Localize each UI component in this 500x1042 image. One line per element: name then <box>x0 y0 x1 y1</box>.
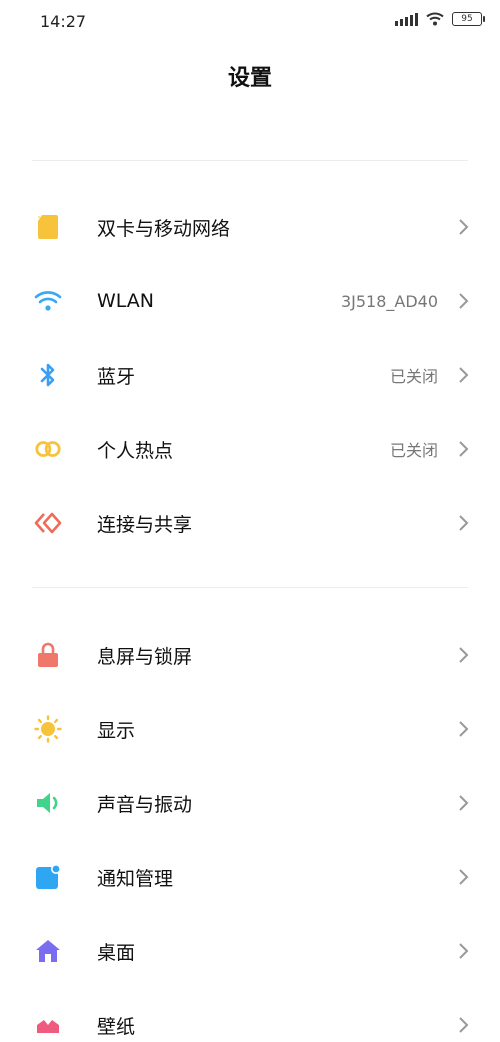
row-label: 蓝牙 <box>97 365 136 388</box>
chevron-right-icon <box>459 441 469 457</box>
chevron-right-icon <box>459 721 469 737</box>
row-label: 声音与振动 <box>97 793 193 816</box>
chevron-right-icon <box>459 367 469 383</box>
wallpaper-icon <box>34 1011 62 1039</box>
chevron-right-icon <box>459 647 469 663</box>
row-label: 个人热点 <box>97 439 174 462</box>
row-value: 3J518_AD40 <box>340 291 438 311</box>
settings-row-wlan[interactable]: WLAN 3J518_AD40 <box>0 264 500 338</box>
row-value: 已关闭 <box>389 367 438 386</box>
chevron-right-icon <box>459 293 469 309</box>
row-label: 息屏与锁屏 <box>97 645 193 668</box>
row-label: 壁纸 <box>97 1015 136 1038</box>
lock-icon <box>34 641 62 669</box>
divider <box>32 160 468 161</box>
status-bar: 14:27 95 <box>0 0 500 44</box>
speaker-icon <box>34 789 62 817</box>
hotspot-icon <box>34 435 62 463</box>
chevron-right-icon <box>459 943 469 959</box>
settings-row-lock-screen[interactable]: 息屏与锁屏 <box>0 618 500 692</box>
sun-icon <box>34 715 62 743</box>
battery-level: 95 <box>461 14 473 24</box>
row-label: 连接与共享 <box>97 513 193 536</box>
chevron-right-icon <box>459 515 469 531</box>
row-label: 显示 <box>97 719 136 742</box>
sim-card-icon <box>34 213 62 241</box>
wifi-status-icon <box>426 12 444 26</box>
settings-row-hotspot[interactable]: 个人热点 已关闭 <box>0 412 500 486</box>
notification-icon <box>34 863 62 891</box>
settings-row-display[interactable]: 显示 <box>0 692 500 766</box>
divider <box>32 587 468 588</box>
signal-icon <box>395 12 418 26</box>
settings-row-dual-sim[interactable]: 双卡与移动网络 <box>0 190 500 264</box>
row-label: 双卡与移动网络 <box>97 217 231 240</box>
settings-row-bluetooth[interactable]: 蓝牙 已关闭 <box>0 338 500 412</box>
settings-row-connection-sharing[interactable]: 连接与共享 <box>0 486 500 560</box>
chevron-right-icon <box>459 219 469 235</box>
status-icons: 95 <box>395 12 485 26</box>
row-value: 已关闭 <box>389 441 438 460</box>
row-label: WLAN <box>97 290 155 312</box>
page-title: 设置 <box>227 66 272 91</box>
status-time: 14:27 <box>40 12 87 31</box>
chevron-right-icon <box>459 869 469 885</box>
settings-row-notifications[interactable]: 通知管理 <box>0 840 500 914</box>
share-icon <box>34 509 62 537</box>
settings-row-sound-vibration[interactable]: 声音与振动 <box>0 766 500 840</box>
battery-icon: 95 <box>452 12 485 26</box>
settings-row-wallpaper[interactable]: 壁纸 <box>0 988 500 1042</box>
chevron-right-icon <box>459 1017 469 1033</box>
bluetooth-icon <box>34 361 62 389</box>
row-label: 桌面 <box>97 941 136 964</box>
row-label: 通知管理 <box>97 867 174 890</box>
home-icon <box>34 937 62 965</box>
chevron-right-icon <box>459 795 469 811</box>
settings-row-desktop[interactable]: 桌面 <box>0 914 500 988</box>
wifi-icon <box>34 287 62 315</box>
